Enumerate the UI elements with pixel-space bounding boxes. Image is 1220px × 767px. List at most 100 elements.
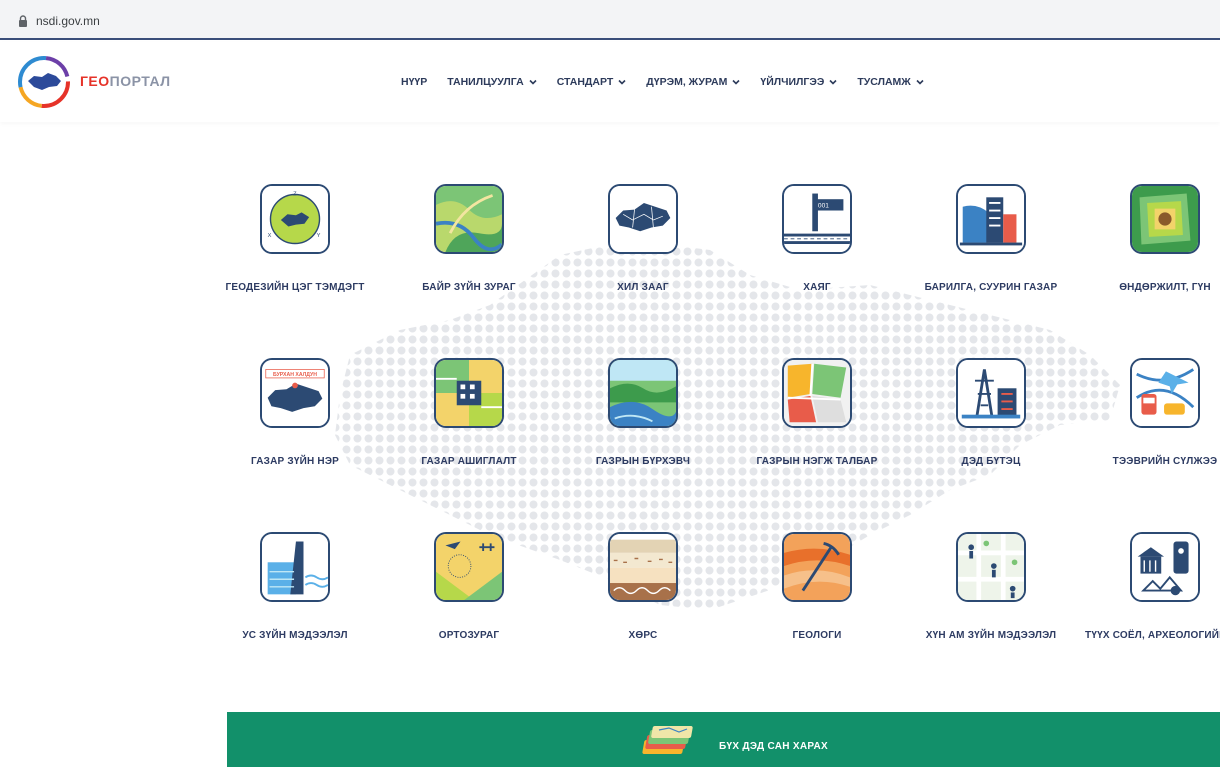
category-tile-orthoimagery[interactable]: ОРТОЗУРАГ bbox=[389, 532, 549, 672]
nav-item-0[interactable]: НҮҮР bbox=[401, 76, 427, 88]
svg-text:Y: Y bbox=[317, 233, 321, 239]
category-label[interactable]: УС ЗҮЙН МЭДЭЭЛЭЛ bbox=[215, 628, 375, 643]
nav-label: ДҮРЭМ, ЖУРАМ bbox=[646, 76, 728, 88]
nav-item-1[interactable]: ТАНИЛЦУУЛГА bbox=[447, 76, 537, 88]
topographic-map-icon-graphic bbox=[436, 186, 502, 252]
category-label[interactable]: ДЭД БҮТЭЦ bbox=[911, 454, 1071, 469]
category-label[interactable]: ТҮҮХ СОЁЛ, АРХЕОЛОГИЙН ӨВ bbox=[1085, 628, 1220, 643]
building-icon[interactable] bbox=[956, 184, 1026, 254]
land-use-icon[interactable] bbox=[434, 358, 504, 428]
category-tile-geographic-name[interactable]: БУРХАН ХАЛДУН ГАЗАР ЗҮЙН НЭР bbox=[215, 358, 375, 498]
address-icon-graphic: 001 bbox=[784, 186, 850, 252]
category-tile-transport[interactable]: ТЭЭВРИЙН СҮЛЖЭЭ bbox=[1085, 358, 1220, 498]
soil-icon[interactable] bbox=[608, 532, 678, 602]
hydrography-icon[interactable] bbox=[260, 532, 330, 602]
category-label[interactable]: ГАЗРЫН БҮРХЭВЧ bbox=[563, 454, 723, 469]
nav-label: НҮҮР bbox=[401, 76, 428, 88]
category-label[interactable]: ГАЗАР АШИГЛАЛТ bbox=[389, 454, 549, 469]
category-label[interactable]: ТЭЭВРИЙН СҮЛЖЭЭ bbox=[1085, 454, 1220, 469]
chevron-down-icon bbox=[618, 79, 626, 85]
category-tile-address[interactable]: 001 ХАЯГ bbox=[737, 184, 897, 324]
category-tile-land-use[interactable]: ГАЗАР АШИГЛАЛТ bbox=[389, 358, 549, 498]
page: nsdi.gov.mn ГЕОПОРТАЛ НҮҮР ТАНИЛЦУУЛГА СТА… bbox=[0, 0, 1220, 767]
chevron-down-icon bbox=[732, 79, 740, 85]
land-cover-icon-graphic bbox=[610, 360, 676, 426]
geology-icon[interactable] bbox=[782, 532, 852, 602]
category-label[interactable]: ГЕОЛОГИ bbox=[737, 628, 897, 643]
category-tile-heritage[interactable]: ТҮҮХ СОЁЛ, АРХЕОЛОГИЙН ӨВ bbox=[1085, 532, 1220, 672]
heritage-icon-graphic bbox=[1132, 534, 1198, 600]
topographic-map-icon[interactable] bbox=[434, 184, 504, 254]
nav-item-5[interactable]: ТУСЛАМЖ bbox=[857, 76, 924, 88]
category-label[interactable]: ХИЛ ЗААГ bbox=[563, 280, 723, 295]
nav-label: ҮЙЛЧИЛГЭЭ bbox=[760, 76, 825, 88]
category-label[interactable]: БАЙР ЗҮЙН ЗУРАГ bbox=[389, 280, 549, 295]
lock-icon bbox=[19, 15, 27, 27]
geographic-name-icon-graphic: БУРХАН ХАЛДУН bbox=[262, 360, 328, 426]
category-label[interactable]: ХҮН АМ ЗҮЙН МЭДЭЭЛЭЛ bbox=[911, 628, 1071, 643]
transport-icon-graphic bbox=[1132, 360, 1198, 426]
category-label[interactable]: ХАЯГ bbox=[737, 280, 897, 295]
transport-icon[interactable] bbox=[1130, 358, 1200, 428]
elevation-icon[interactable] bbox=[1130, 184, 1200, 254]
infrastructure-icon-graphic bbox=[958, 360, 1024, 426]
site-header: ГЕОПОРТАЛ НҮҮР ТАНИЛЦУУЛГА СТАНДАРТ ДҮРЭМ, … bbox=[0, 42, 1220, 122]
geodetic-point-icon[interactable]: Z X Y bbox=[260, 184, 330, 254]
boundary-icon[interactable] bbox=[608, 184, 678, 254]
chevron-down-icon bbox=[829, 79, 837, 85]
nav-item-4[interactable]: ҮЙЛЧИЛГЭЭ bbox=[760, 76, 837, 88]
category-tile-soil[interactable]: ХӨРС bbox=[563, 532, 723, 672]
brand-name[interactable]: ГЕОПОРТАЛ bbox=[80, 73, 171, 89]
category-label[interactable]: ӨНДӨРЖИЛТ, ГҮН bbox=[1085, 280, 1220, 295]
category-tile-hydrography[interactable]: УС ЗҮЙН МЭДЭЭЛЭЛ bbox=[215, 532, 375, 672]
elevation-icon-graphic bbox=[1132, 186, 1198, 252]
building-icon-graphic bbox=[958, 186, 1024, 252]
nav-item-3[interactable]: ДҮРЭМ, ЖУРАМ bbox=[646, 76, 740, 88]
category-tile-elevation[interactable]: ӨНДӨРЖИЛТ, ГҮН bbox=[1085, 184, 1220, 324]
svg-text:X: X bbox=[268, 233, 272, 239]
heritage-icon[interactable] bbox=[1130, 532, 1200, 602]
category-tile-building[interactable]: БАРИЛГА, СУУРИН ГАЗАР bbox=[911, 184, 1071, 324]
geographic-name-icon[interactable]: БУРХАН ХАЛДУН bbox=[260, 358, 330, 428]
category-label[interactable]: ХӨРС bbox=[563, 628, 723, 643]
view-all-label: БҮХ ДЭД САН ХАРАХ bbox=[719, 741, 828, 752]
view-all-band[interactable]: БҮХ ДЭД САН ХАРАХ bbox=[227, 712, 1220, 767]
chevron-down-icon bbox=[916, 79, 924, 85]
brand-highlight: ГЕО bbox=[80, 73, 110, 89]
url-field[interactable]: nsdi.gov.mn bbox=[4, 9, 1214, 33]
demography-icon-graphic bbox=[958, 534, 1024, 600]
boundary-icon-graphic bbox=[610, 186, 676, 252]
hydrography-icon-graphic bbox=[262, 534, 328, 600]
demography-icon[interactable] bbox=[956, 532, 1026, 602]
category-label[interactable]: ГАЗАР ЗҮЙН НЭР bbox=[215, 454, 375, 469]
stacked-maps-icon bbox=[642, 726, 693, 754]
category-tile-infrastructure[interactable]: ДЭД БҮТЭЦ bbox=[911, 358, 1071, 498]
infrastructure-icon[interactable] bbox=[956, 358, 1026, 428]
orthoimagery-icon-graphic bbox=[436, 534, 502, 600]
svg-text:001: 001 bbox=[818, 203, 829, 210]
land-use-icon-graphic bbox=[436, 360, 502, 426]
geoportal-logo-icon[interactable] bbox=[14, 54, 74, 110]
chevron-down-icon bbox=[529, 79, 537, 85]
orthoimagery-icon[interactable] bbox=[434, 532, 504, 602]
nav-item-2[interactable]: СТАНДАРТ bbox=[557, 76, 627, 88]
land-parcel-icon[interactable] bbox=[782, 358, 852, 428]
category-tile-land-cover[interactable]: ГАЗРЫН БҮРХЭВЧ bbox=[563, 358, 723, 498]
category-tile-boundary[interactable]: ХИЛ ЗААГ bbox=[563, 184, 723, 324]
category-label[interactable]: ГАЗРЫН НЭГЖ ТАЛБАР bbox=[737, 454, 897, 469]
category-label[interactable]: ОРТОЗУРАГ bbox=[389, 628, 549, 643]
address-icon[interactable]: 001 bbox=[782, 184, 852, 254]
svg-text:Z: Z bbox=[293, 191, 297, 197]
land-parcel-icon-graphic bbox=[784, 360, 850, 426]
geographic-name-badge-text: БУРХАН ХАЛДУН bbox=[273, 372, 317, 378]
category-tile-land-parcel[interactable]: ГАЗРЫН НЭГЖ ТАЛБАР bbox=[737, 358, 897, 498]
category-tile-demography[interactable]: ХҮН АМ ЗҮЙН МЭДЭЭЛЭЛ bbox=[911, 532, 1071, 672]
geodetic-point-icon-graphic: Z X Y bbox=[262, 186, 328, 252]
category-tile-geology[interactable]: ГЕОЛОГИ bbox=[737, 532, 897, 672]
category-label[interactable]: БАРИЛГА, СУУРИН ГАЗАР bbox=[911, 280, 1071, 295]
geology-icon-graphic bbox=[784, 534, 850, 600]
category-label[interactable]: ГЕОДЕЗИЙН ЦЭГ ТЭМДЭГТ bbox=[215, 280, 375, 295]
category-tile-geodetic-point[interactable]: Z X Y ГЕОДЕЗИЙН ЦЭГ ТЭМДЭГТ bbox=[215, 184, 375, 324]
category-tile-topographic-map[interactable]: БАЙР ЗҮЙН ЗУРАГ bbox=[389, 184, 549, 324]
land-cover-icon[interactable] bbox=[608, 358, 678, 428]
